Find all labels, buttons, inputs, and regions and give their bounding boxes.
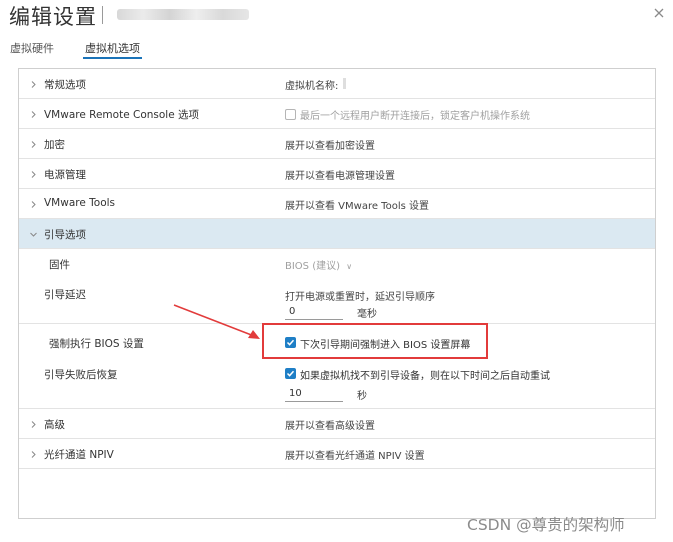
row-label: VMware Tools [44, 197, 116, 209]
chevron-right-icon[interactable] [29, 80, 38, 89]
firmware-select-value: BIOS (建议) [285, 261, 341, 272]
checkmark-icon [286, 370, 295, 377]
row-label: 强制执行 BIOS 设置 [49, 338, 144, 350]
dialog-title: 编辑设置 [9, 5, 97, 29]
chevron-right-icon[interactable] [29, 450, 38, 459]
chevron-down-icon[interactable] [29, 230, 38, 239]
row-vmrc-options[interactable]: VMware Remote Console 选项 最后一个远程用户断开连接后，锁… [19, 99, 655, 129]
vm-name-redacted [117, 9, 249, 20]
boot-retry-input[interactable] [285, 386, 343, 402]
boot-delay-input[interactable] [285, 304, 343, 320]
annotation-highlight-box [262, 323, 488, 359]
row-label: 光纤通道 NPIV [44, 449, 114, 461]
row-label: 加密 [44, 139, 65, 151]
row-label: 电源管理 [44, 169, 86, 181]
close-icon [654, 8, 664, 18]
row-boot-options[interactable]: 引导选项 [19, 219, 655, 249]
boot-retry-unit: 秒 [357, 391, 367, 402]
row-power-management[interactable]: 电源管理 展开以查看电源管理设置 [19, 159, 655, 189]
chevron-right-icon[interactable] [29, 110, 38, 119]
row-advanced[interactable]: 高级 展开以查看高级设置 [19, 409, 655, 439]
row-label: 常规选项 [44, 79, 86, 91]
row-encryption[interactable]: 加密 展开以查看加密设置 [19, 129, 655, 159]
watermark: CSDN @尊贵的架构师 [467, 516, 625, 534]
dialog-header: 编辑设置 [0, 0, 673, 36]
row-label: 引导失败后恢复 [44, 369, 118, 381]
active-tab-indicator [83, 57, 142, 59]
row-boot-delay: 引导延迟 打开电源或重置时，延迟引导顺序 毫秒 [19, 277, 655, 324]
row-value: 展开以查看电源管理设置 [285, 171, 395, 182]
boot-retry-label: 如果虚拟机找不到引导设备，则在以下时间之后自动重试 [300, 371, 550, 382]
boot-delay-desc: 打开电源或重置时，延迟引导顺序 [285, 292, 435, 303]
tab-virtual-hardware[interactable]: 虚拟硬件 [10, 40, 54, 56]
chevron-right-icon[interactable] [29, 170, 38, 179]
vm-name-redacted-value [343, 78, 346, 89]
chevron-down-icon: ∨ [346, 262, 353, 271]
row-value: 展开以查看光纤通道 NPIV 设置 [285, 451, 425, 462]
row-label: 高级 [44, 419, 65, 431]
lock-guest-os-label: 最后一个远程用户断开连接后，锁定客户机操作系统 [300, 111, 530, 122]
row-value: 展开以查看 VMware Tools 设置 [285, 201, 429, 212]
row-value: 展开以查看高级设置 [285, 421, 375, 432]
row-label: 引导延迟 [44, 289, 86, 301]
boot-retry-checkbox[interactable] [285, 368, 296, 379]
chevron-right-icon[interactable] [29, 200, 38, 209]
row-fibre-channel-npiv[interactable]: 光纤通道 NPIV 展开以查看光纤通道 NPIV 设置 [19, 439, 655, 469]
tab-bar: 虚拟硬件 虚拟机选项 [0, 36, 673, 62]
row-value: 展开以查看加密设置 [285, 141, 375, 152]
chevron-right-icon[interactable] [29, 420, 38, 429]
lock-guest-os-checkbox[interactable] [285, 109, 296, 120]
tab-vm-options[interactable]: 虚拟机选项 [85, 40, 140, 56]
settings-panel: 常规选项 虚拟机名称: VMware Remote Console 选项 最后一… [18, 68, 656, 519]
boot-delay-unit: 毫秒 [357, 309, 377, 320]
row-vmware-tools[interactable]: VMware Tools 展开以查看 VMware Tools 设置 [19, 189, 655, 219]
row-label: 引导选项 [44, 229, 86, 241]
close-button[interactable] [650, 3, 670, 23]
firmware-select[interactable]: BIOS (建议) ∨ [285, 257, 352, 272]
vm-name-label: 虚拟机名称: [285, 81, 339, 92]
row-general-options[interactable]: 常规选项 虚拟机名称: [19, 69, 655, 99]
row-label: 固件 [49, 259, 70, 271]
row-label: VMware Remote Console 选项 [44, 109, 200, 121]
row-boot-failure-recovery: 引导失败后恢复 如果虚拟机找不到引导设备，则在以下时间之后自动重试 秒 [19, 359, 655, 409]
chevron-right-icon[interactable] [29, 140, 38, 149]
title-divider [102, 6, 103, 24]
row-firmware: 固件 BIOS (建议) ∨ [19, 249, 655, 277]
